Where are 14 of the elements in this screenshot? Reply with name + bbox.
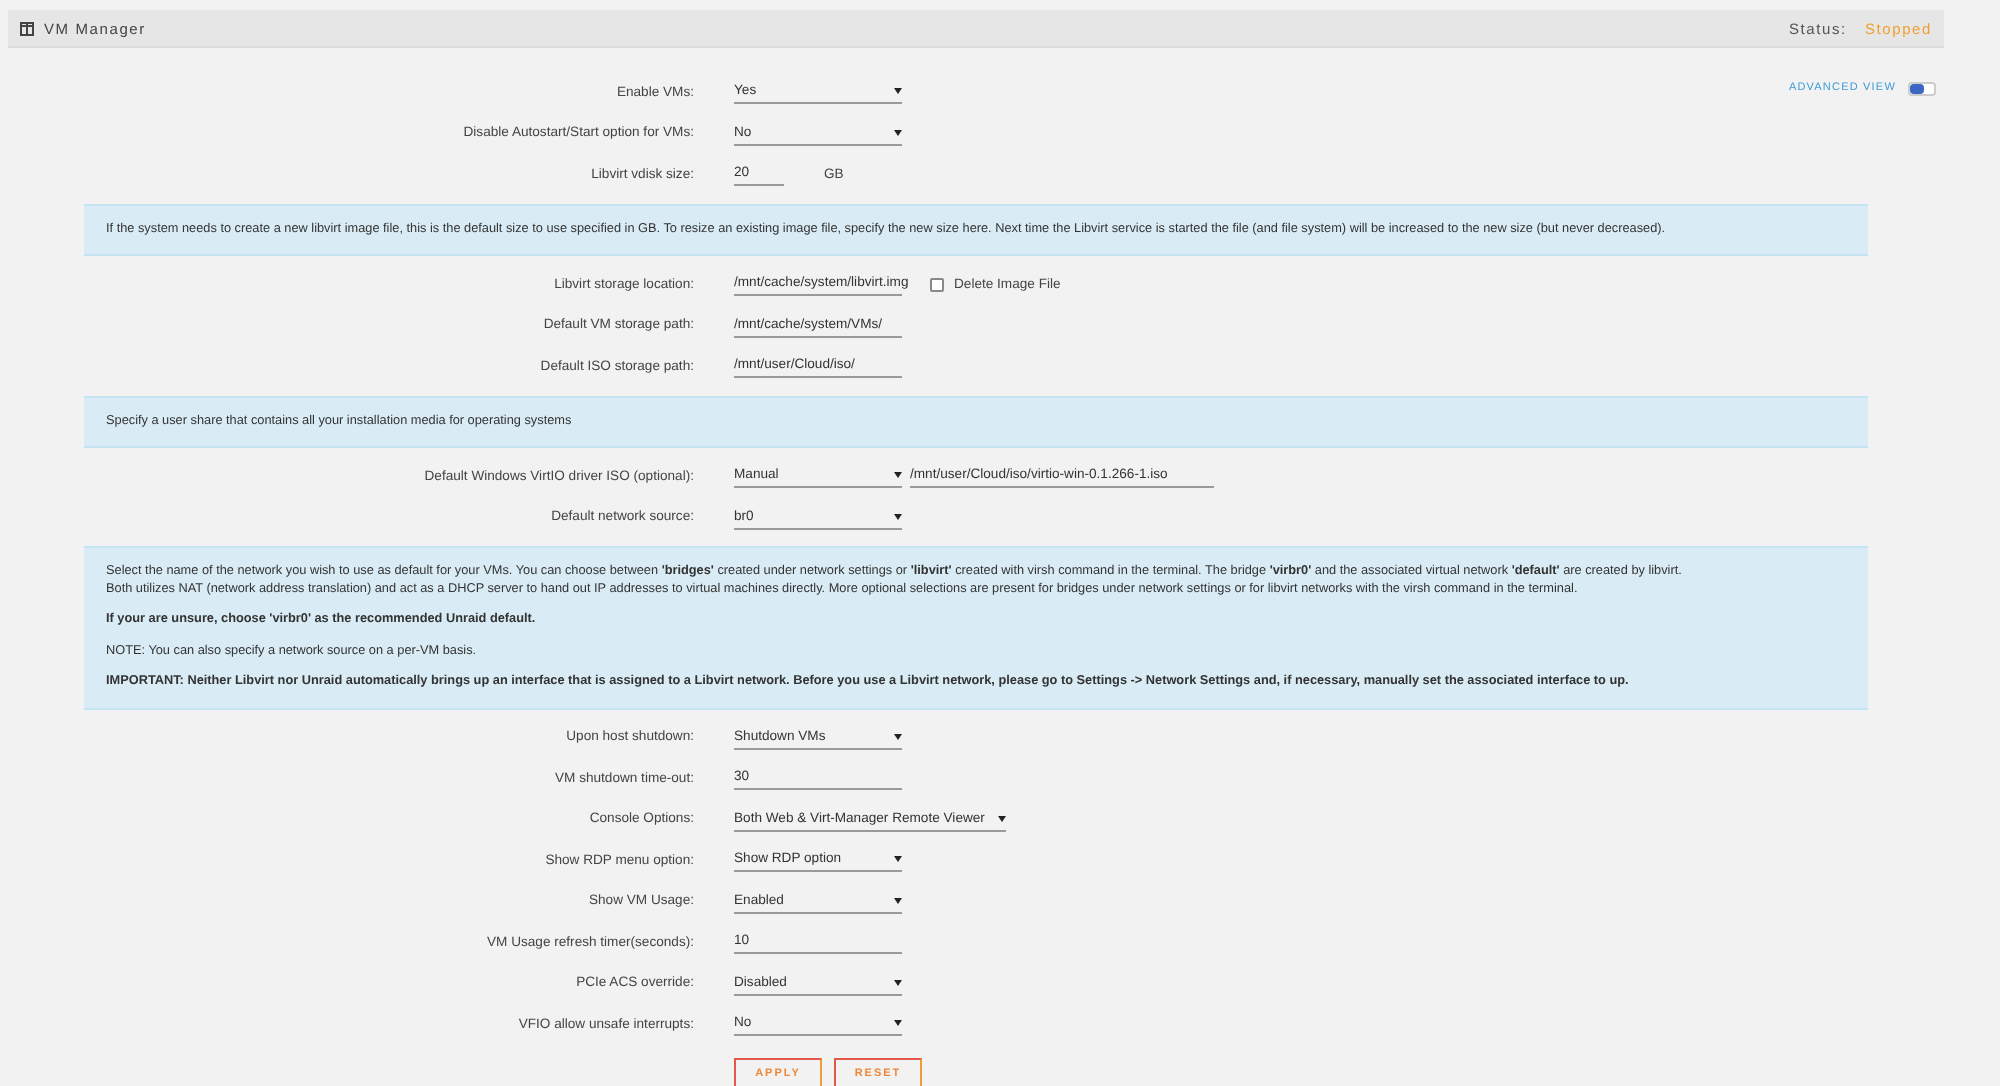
checkbox[interactable]	[930, 277, 944, 292]
toggle-switch[interactable]	[1908, 81, 1936, 95]
caret-icon	[894, 897, 902, 904]
caret-icon	[998, 815, 1006, 822]
toggle-knob[interactable]	[1910, 83, 1924, 93]
caret-icon	[894, 129, 902, 136]
caret-icon	[894, 88, 902, 95]
caret-icon	[894, 513, 902, 520]
window-icon	[20, 21, 34, 35]
caret-icon	[894, 733, 902, 740]
caret-icon	[894, 979, 902, 986]
caret-icon	[894, 472, 902, 479]
caret-icon	[894, 856, 902, 863]
caret-icon	[894, 1020, 902, 1027]
